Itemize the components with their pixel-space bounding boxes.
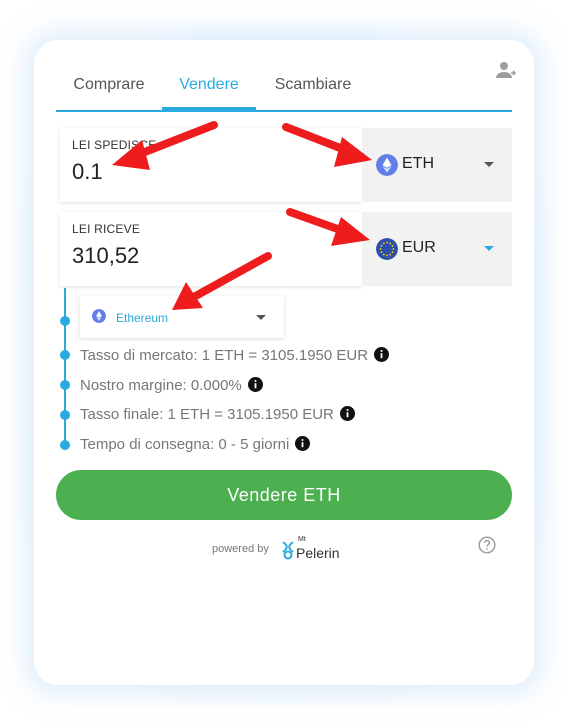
tab-vendere[interactable]: Vendere — [162, 76, 256, 110]
receive-label: LEI RICEVE — [72, 222, 141, 236]
timeline-dot — [60, 440, 70, 450]
chevron-down-icon — [484, 246, 494, 251]
powered-by-text: powered by — [212, 543, 269, 555]
send-currency-label: ETH — [402, 155, 434, 172]
brand-mt-text: Mt — [298, 536, 306, 543]
receive-row: LEI RICEVE 310,52 EUR — [60, 212, 512, 286]
sell-eth-button[interactable]: Vendere ETH — [56, 470, 512, 520]
timeline-dot — [60, 350, 70, 360]
timeline-dot — [60, 410, 70, 420]
delivery-time-row: Tempo di consegna: 0 - 5 giorni — [80, 436, 311, 453]
tab-bar: Comprare Vendere Scambiare — [56, 72, 512, 112]
timeline-dot — [60, 380, 70, 390]
active-tab-indicator — [162, 107, 256, 111]
delivery-time-text: Tempo di consegna: 0 - 5 giorni — [80, 436, 290, 453]
brand-name-text: Pelerin — [296, 545, 340, 561]
network-select[interactable]: Ethereum — [80, 296, 284, 338]
eu-flag-icon — [376, 238, 398, 260]
receive-currency-label: EUR — [402, 239, 436, 256]
pelerin-logo-icon — [282, 541, 294, 560]
send-amount-value[interactable]: 0.1 — [72, 159, 103, 185]
info-icon[interactable] — [295, 436, 311, 451]
info-icon[interactable] — [339, 406, 355, 421]
chevron-down-icon — [256, 315, 266, 320]
receive-amount-value[interactable]: 310,52 — [72, 243, 139, 269]
network-label: Ethereum — [116, 311, 169, 325]
send-currency-select[interactable]: ETH — [362, 128, 512, 202]
receive-currency-select[interactable]: EUR — [362, 212, 512, 286]
timeline-dot — [60, 316, 70, 326]
final-rate-row: Tasso finale: 1 ETH = 3105.1950 EUR — [80, 406, 355, 423]
tab-comprare[interactable]: Comprare — [72, 76, 146, 110]
market-rate-text: Tasso di mercato: 1 ETH = 3105.1950 EUR — [80, 347, 369, 364]
tab-scambiare[interactable]: Scambiare — [270, 76, 356, 110]
send-row: LEI SPEDISCE 0.1 ETH — [60, 128, 512, 202]
receive-amount-field[interactable]: LEI RICEVE 310,52 — [60, 212, 362, 286]
market-rate-row: Tasso di mercato: 1 ETH = 3105.1950 EUR — [80, 347, 390, 364]
margin-text: Nostro margine: 0.000% — [80, 377, 242, 394]
info-icon[interactable] — [247, 377, 263, 392]
timeline-line — [64, 288, 66, 444]
send-amount-field[interactable]: LEI SPEDISCE 0.1 — [60, 128, 362, 202]
chevron-down-icon — [484, 162, 494, 167]
info-icon[interactable] — [374, 347, 390, 362]
send-label: LEI SPEDISCE — [72, 138, 157, 152]
margin-row: Nostro margine: 0.000% — [80, 377, 263, 394]
final-rate-text: Tasso finale: 1 ETH = 3105.1950 EUR — [80, 406, 334, 423]
ethereum-icon — [92, 309, 106, 323]
ethereum-icon — [376, 154, 398, 176]
help-icon[interactable] — [478, 536, 496, 554]
mt-pelerin-logo[interactable]: Mt Pelerin — [280, 536, 350, 562]
